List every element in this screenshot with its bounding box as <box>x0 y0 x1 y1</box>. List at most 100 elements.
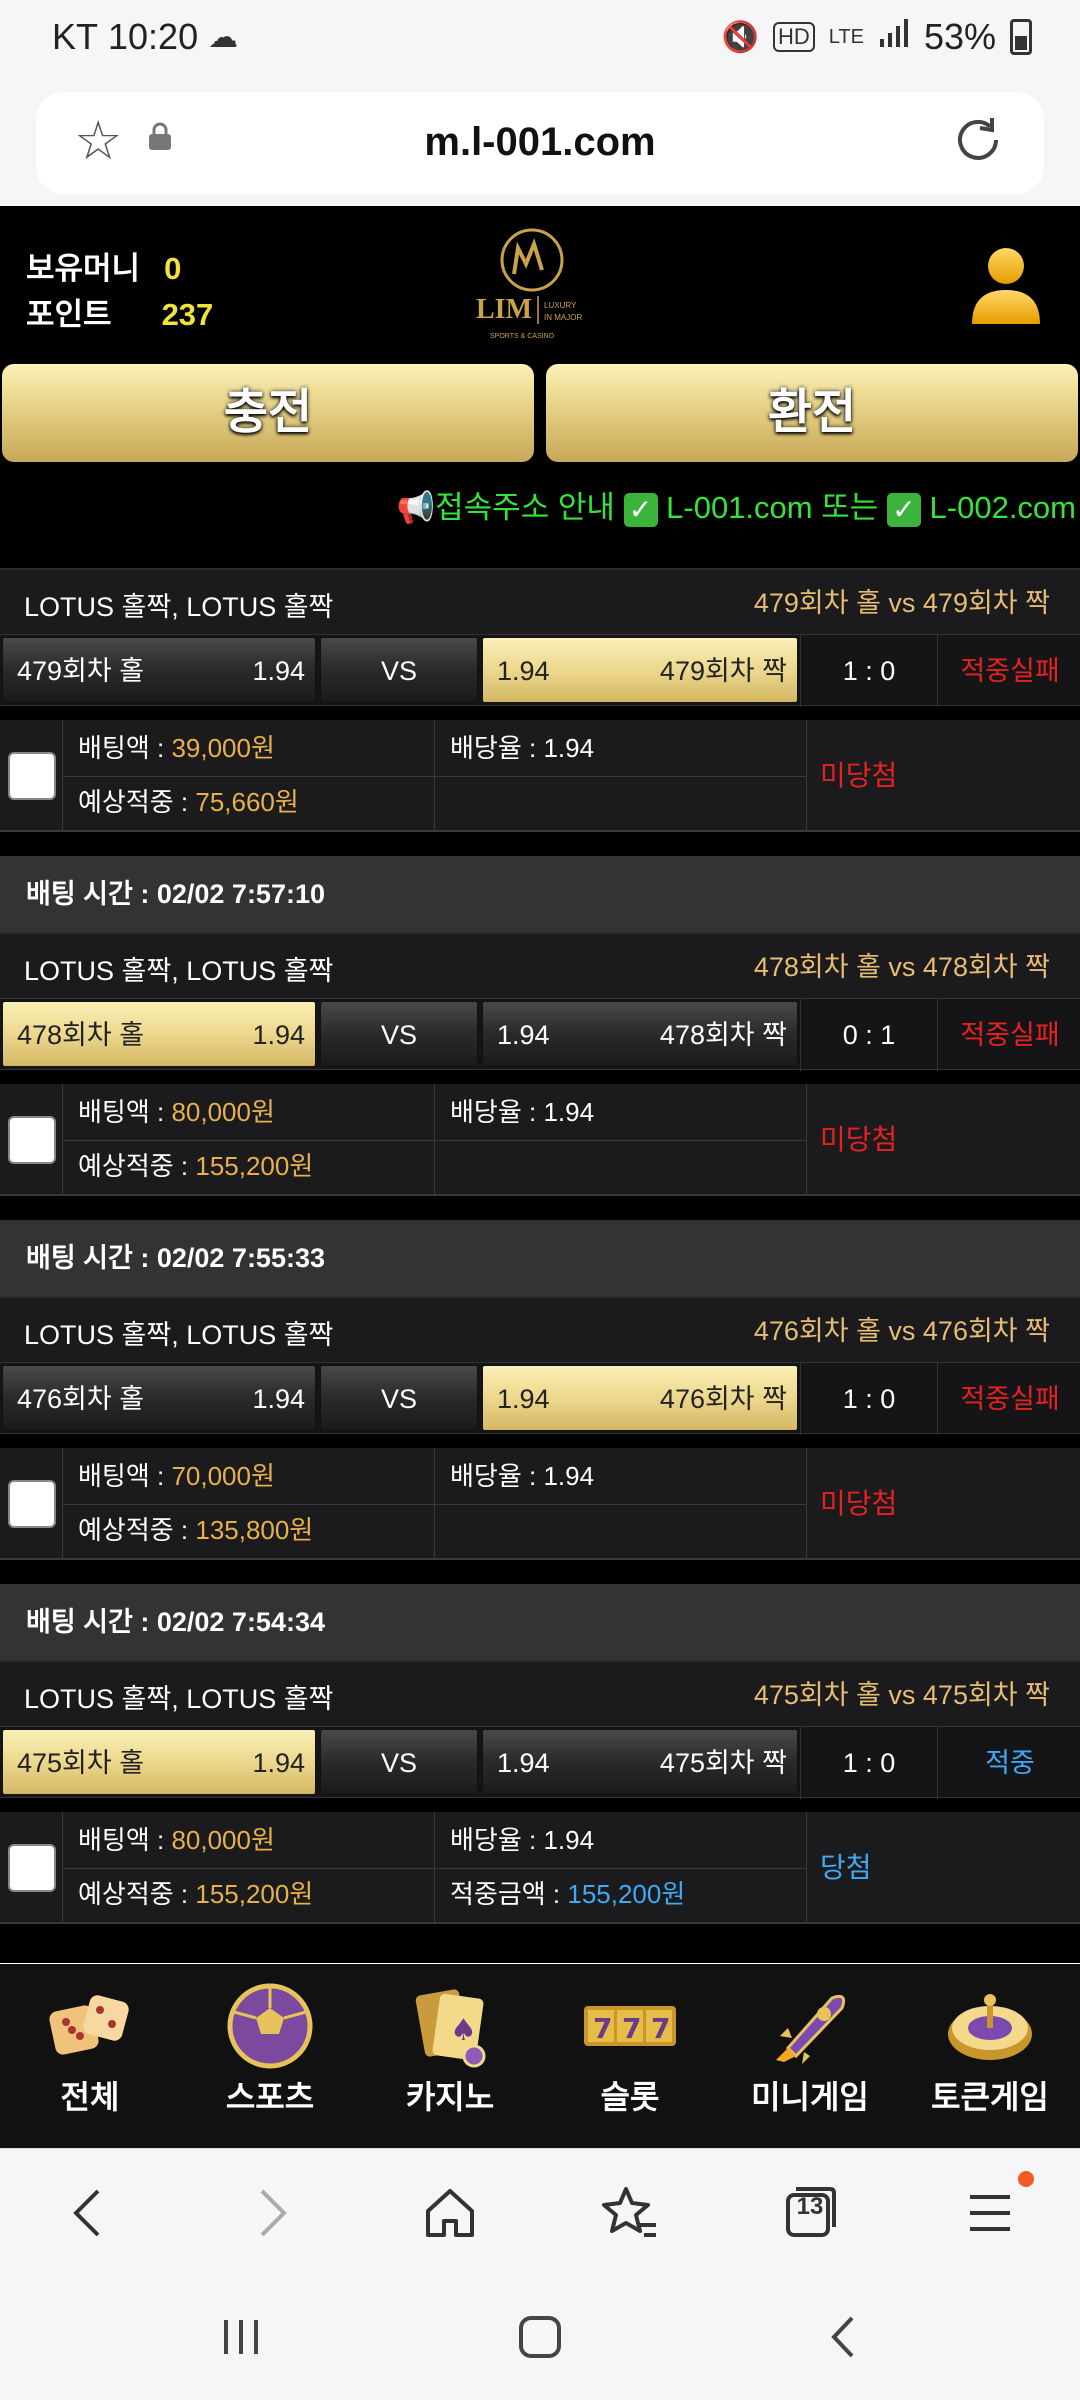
score: 1 : 0 <box>800 1727 938 1799</box>
home-label: 476회차 홀 <box>17 1384 145 1414</box>
bet-amount-cell: 배팅액 : 39,000원 <box>78 720 275 776</box>
bet-amount-cell: 배팅액 : 80,000원 <box>78 1812 275 1868</box>
expected-cell: 예상적중 : 155,200원 <box>78 1138 313 1194</box>
home-pick[interactable]: 475회차 홀 1.94 <box>2 1729 316 1795</box>
bet-amount-label: 배팅액 : <box>78 1825 172 1855</box>
bet-amount-cell: 배팅액 : 80,000원 <box>78 1084 275 1140</box>
bet-card: 배팅 시간 : 02/02 7:57:10 LOTUS 홀짝, LOTUS 홀짝… <box>0 856 1080 1196</box>
bet-amount-value: 80,000원 <box>171 1825 275 1855</box>
svg-text:IN MAJOR: IN MAJOR <box>544 313 582 322</box>
exchange-button[interactable]: 환전 <box>546 364 1078 462</box>
home-odds: 1.94 <box>252 1020 305 1050</box>
wallet-summary: 보유머니 0 포인트 237 <box>26 246 213 338</box>
notice-url-1: L-001.com <box>666 490 813 525</box>
expected-cell: 예상적중 : 135,800원 <box>78 1502 313 1558</box>
odds-label: 배당율 : <box>450 1097 544 1127</box>
menu-button[interactable] <box>900 2149 1080 2274</box>
matchup-label: 479회차 홀 vs 479회차 짝 <box>753 588 1050 618</box>
bookmarks-button[interactable] <box>540 2149 720 2274</box>
user-profile-icon[interactable] <box>968 244 1044 330</box>
checkmark-icon: ✓ <box>623 492 658 527</box>
slot-777-icon: 7 7 7 <box>584 2006 676 2046</box>
points-value: 237 <box>161 297 214 332</box>
select-checkbox[interactable] <box>8 1480 56 1528</box>
charge-button[interactable]: 충전 <box>2 364 534 462</box>
notification-dot <box>1018 2171 1034 2187</box>
battery-percent: 53% <box>923 16 996 57</box>
select-checkbox[interactable] <box>8 1116 56 1164</box>
recent-apps-icon[interactable] <box>216 2312 266 2362</box>
svg-text:SPORTS & CASINO: SPORTS & CASINO <box>490 333 555 340</box>
expected-label: 예상적중 : <box>78 1151 196 1181</box>
away-pick[interactable]: 1.94 478회차 짝 <box>482 1001 798 1067</box>
notice-url-2: L-002.com <box>929 490 1076 525</box>
dice-icon <box>49 1995 129 2055</box>
chevron-right-icon <box>260 2189 287 2237</box>
nav-item-all[interactable]: 전체 <box>0 1964 180 2148</box>
nav-label: 슬롯 <box>600 2079 660 2115</box>
url-text[interactable]: m.l-001.com <box>36 120 1044 165</box>
home-pick[interactable]: 476회차 홀 1.94 <box>2 1365 316 1431</box>
win-amount-cell: 적중금액 : 155,200원 <box>450 1866 685 1922</box>
site-logo[interactable]: LIM LUXURY IN MAJOR SPORTS & CASINO <box>470 226 610 346</box>
win-amount-label: 적중금액 : <box>450 1879 568 1909</box>
bet-card: 배팅 시간 : 02/02 7:55:33 LOTUS 홀짝, LOTUS 홀짝… <box>0 1220 1080 1560</box>
score: 1 : 0 <box>800 1363 938 1435</box>
nav-item-sports[interactable]: 스포츠 <box>180 1964 360 2148</box>
away-label: 475회차 짝 <box>659 1748 787 1778</box>
payout-status: 미당첨 <box>820 1488 898 1519</box>
matchup-label: 476회차 홀 vs 476회차 짝 <box>753 1316 1050 1346</box>
signal-icon <box>878 17 910 57</box>
game-name: LOTUS 홀짝, LOTUS 홀짝 <box>24 956 334 986</box>
browser-address-area: ☆ m.l-001.com <box>0 80 1080 206</box>
expected-value: 155,200원 <box>195 1879 314 1909</box>
home-button[interactable] <box>360 2149 540 2274</box>
nav-item-casino[interactable]: ♠ 카지노 <box>360 1964 540 2148</box>
notice-marquee[interactable]: 📢접속주소 안내 ✓ L-001.com 또는 ✓ L-002.com <box>397 482 1076 527</box>
cards-icon: ♠ <box>415 1989 486 2068</box>
away-pick[interactable]: 1.94 475회차 짝 <box>482 1729 798 1795</box>
away-odds: 1.94 <box>497 1748 550 1778</box>
soccer-ball-icon <box>227 1983 313 2069</box>
bet-time: 배팅 시간 : 02/02 7:55:33 <box>0 1220 1080 1296</box>
address-bar[interactable]: ☆ m.l-001.com <box>36 92 1044 194</box>
game-name: LOTUS 홀짝, LOTUS 홀짝 <box>24 592 334 622</box>
back-button[interactable] <box>0 2149 180 2274</box>
browser-toolbar: 13 <box>0 2148 1080 2274</box>
away-pick[interactable]: 1.94 479회차 짝 <box>482 637 798 703</box>
select-checkbox[interactable] <box>8 752 56 800</box>
odds-cell: 배당율 : 1.94 <box>450 1084 594 1140</box>
nav-item-minigame[interactable]: 미니게임 <box>720 1964 900 2148</box>
score: 1 : 0 <box>800 635 938 707</box>
away-pick[interactable]: 1.94 476회차 짝 <box>482 1365 798 1431</box>
home-odds: 1.94 <box>252 656 305 686</box>
nav-item-token-game[interactable]: 토큰게임 <box>900 1964 1080 2148</box>
tabs-button[interactable]: 13 <box>720 2149 900 2274</box>
pick-row: 479회차 홀 1.94 VS 1.94 479회차 짝 1 : 0 적중실패 <box>0 634 1080 707</box>
game-name: LOTUS 홀짝, LOTUS 홀짝 <box>24 1684 334 1714</box>
nav-label: 미니게임 <box>751 2079 869 2115</box>
score: 0 : 1 <box>800 999 938 1071</box>
home-pick[interactable]: 478회차 홀 1.94 <box>2 1001 316 1067</box>
roulette-icon <box>948 1994 1032 2060</box>
points-row: 포인트 237 <box>26 292 213 338</box>
reload-icon[interactable] <box>948 110 1008 170</box>
home-pick[interactable]: 479회차 홀 1.94 <box>2 637 316 703</box>
odds-value: 1.94 <box>543 733 595 763</box>
home-square-icon[interactable] <box>515 2312 565 2362</box>
nav-item-slots[interactable]: 7 7 7 슬롯 <box>540 1964 720 2148</box>
result-badge: 적중실패 <box>960 656 1060 686</box>
bet-detail: 배팅액 : 39,000원 예상적중 : 75,660원 배당율 : 1.94 … <box>0 720 1080 832</box>
select-checkbox[interactable] <box>8 1844 56 1892</box>
pick-row: 478회차 홀 1.94 VS 1.94 478회차 짝 0 : 1 적중실패 <box>0 998 1080 1071</box>
away-label: 476회차 짝 <box>659 1384 787 1414</box>
system-back-icon[interactable] <box>820 2312 870 2362</box>
away-odds: 1.94 <box>497 1020 550 1050</box>
bet-card: LOTUS 홀짝, LOTUS 홀짝 479회차 홀 vs 479회차 짝 47… <box>0 568 1080 832</box>
bet-amount-value: 80,000원 <box>171 1097 275 1127</box>
nav-label: 토큰게임 <box>931 2079 1049 2115</box>
away-odds: 1.94 <box>497 656 550 686</box>
bet-amount-label: 배팅액 : <box>78 1461 172 1491</box>
forward-button[interactable] <box>180 2149 360 2274</box>
nav-label: 스포츠 <box>225 2079 315 2115</box>
